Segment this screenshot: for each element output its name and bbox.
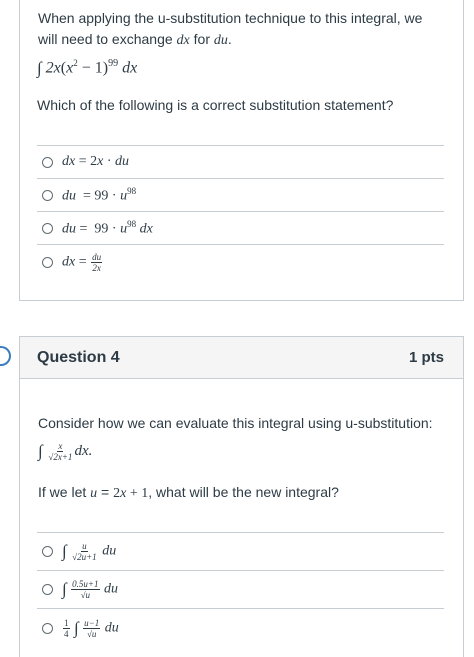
answer-label: du = 99 · u98 dx bbox=[62, 218, 153, 237]
question-4-intro: Consider how we can evaluate this integr… bbox=[38, 415, 433, 431]
answer-option-2[interactable]: du = 99 · u98 bbox=[37, 178, 444, 211]
question-3-integral: ∫ 2x(x2 − 1)99 dx bbox=[37, 58, 138, 78]
question-3-intro: When applying the u-substitution techniq… bbox=[38, 10, 423, 48]
question-3-answers: dx = 2x · du du = 99 · u98 du = 99 · u98… bbox=[37, 145, 444, 280]
question-4-card: Question 4 1 pts Consider how we can eva… bbox=[19, 336, 464, 657]
question-title: Question 4 bbox=[37, 348, 120, 366]
answer-label: dx = du 2x bbox=[62, 252, 103, 273]
answer-label: ∫ 0.5u+1 √u du bbox=[62, 579, 118, 600]
answer-label: ∫ u √2u+1 du bbox=[62, 541, 117, 562]
answer-option-1[interactable]: dx = 2x · du bbox=[37, 145, 444, 178]
radio-button[interactable] bbox=[42, 584, 53, 595]
question-3-body: When applying the u-substitution techniq… bbox=[38, 8, 445, 51]
question-4-header: Question 4 1 pts bbox=[20, 337, 463, 379]
answer-option-3[interactable]: 14 ∫ u−1 √u du bbox=[37, 608, 444, 648]
bookmark-flag-icon[interactable] bbox=[0, 346, 11, 366]
radio-button[interactable] bbox=[42, 189, 53, 201]
answer-option-4[interactable]: dx = du 2x bbox=[37, 244, 444, 280]
answer-label: du = 99 · u98 bbox=[62, 185, 137, 204]
radio-button[interactable] bbox=[42, 623, 53, 634]
radio-button[interactable] bbox=[42, 222, 53, 234]
question-4-integral: ∫ x √2x+1 dx. bbox=[38, 441, 93, 462]
radio-button[interactable] bbox=[42, 156, 53, 168]
answer-option-3[interactable]: du = 99 · u98 dx bbox=[37, 211, 444, 244]
question-4-prompt: If we let u = 2x + 1, what will be the n… bbox=[38, 484, 339, 501]
answer-label: dx = 2x · du bbox=[62, 154, 130, 169]
answer-option-1[interactable]: ∫ u √2u+1 du bbox=[37, 532, 444, 570]
radio-button[interactable] bbox=[42, 546, 53, 557]
answer-option-2[interactable]: ∫ 0.5u+1 √u du bbox=[37, 570, 444, 608]
question-3-prompt: Which of the following is a correct subs… bbox=[37, 97, 394, 113]
question-4-answers: ∫ u √2u+1 du ∫ 0.5u+1 √u du 14 ∫ u−1 √u du bbox=[37, 532, 444, 648]
question-3-card: When applying the u-substitution techniq… bbox=[19, 0, 464, 301]
question-points: 1 pts bbox=[408, 349, 444, 366]
radio-button[interactable] bbox=[42, 257, 53, 268]
answer-label: 14 ∫ u−1 √u du bbox=[63, 618, 119, 639]
